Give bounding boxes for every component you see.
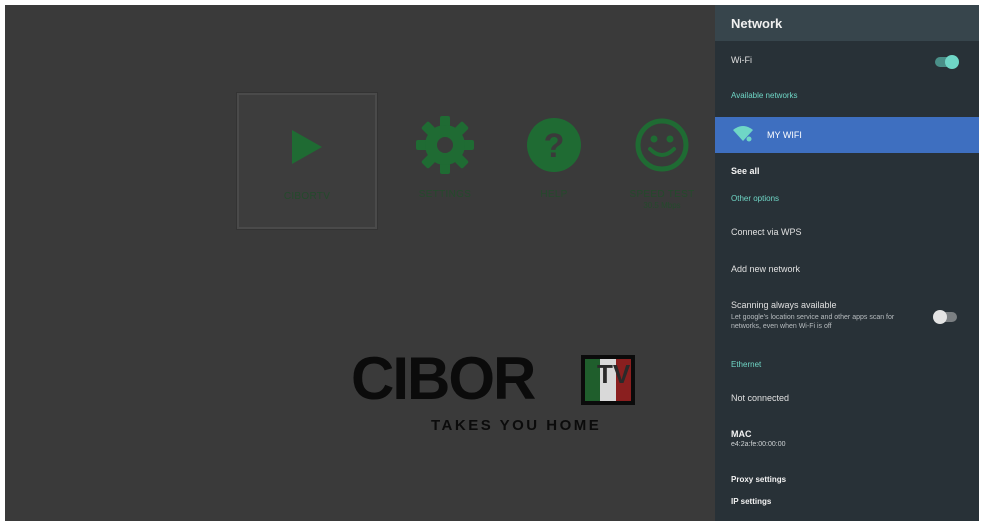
mac-label: MAC [731,429,752,439]
network-item[interactable]: MY WIFI [715,117,979,153]
logo-word: CIBOR [351,345,536,412]
tile-speed-test[interactable]: SPEED TEST 30.5 Mbps [603,93,721,223]
wifi-icon [733,126,753,144]
logo-tagline: TAKES YOU HOME [431,417,602,434]
connect-wps-item[interactable]: Connect via WPS [731,227,963,237]
help-icon: ? [526,115,582,175]
mac-value: e4:2a:fe:00:00:00 [731,441,786,448]
cibortv-logo: CIBOR TV TAKES YOU HOME [351,349,651,439]
tv-screen: CIBORTV SETTINGS ? HELP SPEED TEST 30.5 … [5,5,979,521]
play-icon [290,117,324,177]
network-name: MY WIFI [767,130,802,140]
see-all-link[interactable]: See all [731,166,963,176]
ip-settings-item[interactable]: IP settings [731,497,963,506]
wifi-label: Wi-Fi [731,55,752,65]
scanning-description: Let google's location service and other … [731,314,895,330]
svg-text:?: ? [544,127,565,165]
ethernet-status: Not connected [731,393,790,403]
wifi-toggle[interactable] [935,55,959,69]
scanning-label: Scanning always available [731,300,837,310]
tile-label: SETTINGS [418,189,472,200]
toggle-knob [933,310,947,324]
speed-value: 30.5 Mbps [643,201,681,210]
proxy-settings-item[interactable]: Proxy settings [731,475,963,484]
toggle-knob [945,55,959,69]
ethernet-header: Ethernet [731,360,762,369]
scanning-toggle[interactable] [933,310,957,324]
tile-label: SPEED TEST [629,189,695,200]
tile-cibortv[interactable]: CIBORTV [237,93,377,229]
tile-label: HELP [540,189,568,200]
network-settings-panel: Network Wi-Fi Available networks MY WIFI… [715,5,979,521]
logo-tv: TV [597,359,631,389]
available-networks-header: Available networks [731,91,798,100]
smiley-icon [634,115,690,175]
tile-help[interactable]: ? HELP [495,93,613,223]
add-network-item[interactable]: Add new network [731,264,963,274]
panel-title: Network [715,5,979,41]
launcher-home: CIBORTV SETTINGS ? HELP SPEED TEST 30.5 … [5,5,715,521]
tile-settings[interactable]: SETTINGS [386,93,504,223]
other-options-header: Other options [731,194,780,203]
scanning-row[interactable]: Scanning always available Let google's l… [731,300,963,331]
gear-icon [414,115,476,175]
mac-address-row: MAC e4:2a:fe:00:00:00 [731,429,963,448]
tile-label: CIBORTV [283,191,331,202]
wifi-toggle-row[interactable]: Wi-Fi [731,55,963,65]
